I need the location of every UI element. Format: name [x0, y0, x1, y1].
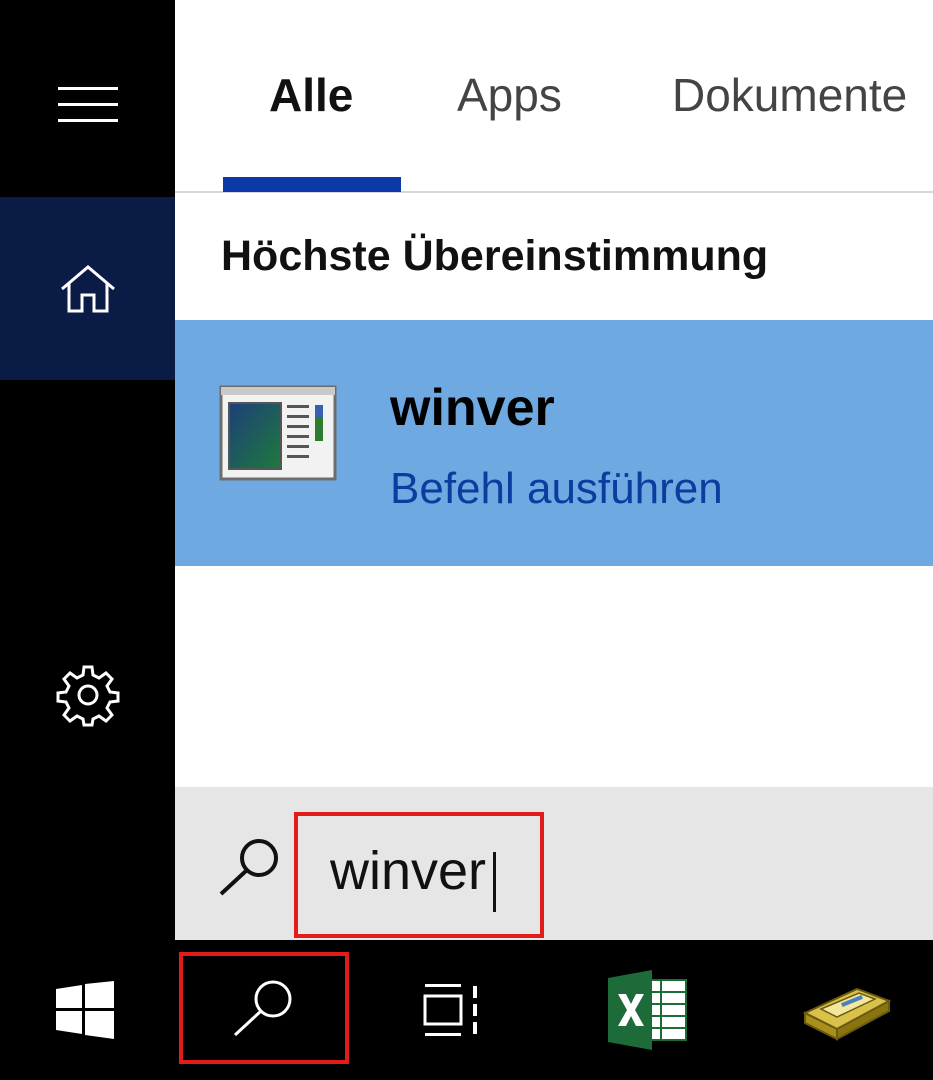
search-input-highlight	[294, 812, 544, 938]
settings-gear-icon	[56, 665, 119, 727]
excel-icon	[607, 970, 687, 1050]
search-input[interactable]	[330, 836, 500, 906]
tab-dokumente[interactable]: Dokumente	[672, 68, 907, 122]
search-box	[175, 787, 933, 940]
run-command-window-icon	[219, 385, 337, 481]
best-match-title: winver	[390, 379, 555, 437]
best-match-subtitle: Befehl ausführen	[390, 464, 723, 513]
screen: Alle Apps Dokumente Höchste Übereinstimm…	[0, 0, 933, 1080]
search-panel: Alle Apps Dokumente Höchste Übereinstimm…	[175, 0, 933, 940]
text-caret	[493, 852, 496, 912]
search-icon	[233, 980, 292, 1037]
start-button[interactable]	[0, 940, 170, 1080]
task-view-icon	[423, 984, 477, 1036]
home-button[interactable]	[0, 197, 175, 380]
home-icon	[60, 264, 115, 312]
taskbar	[0, 940, 933, 1080]
start-rail	[0, 0, 175, 940]
task-view-button[interactable]	[370, 940, 540, 1080]
tab-alle[interactable]: Alle	[269, 68, 353, 122]
excel-taskbar-button[interactable]	[560, 940, 735, 1080]
search-icon	[219, 839, 278, 896]
file-cabinet-app-icon	[802, 987, 891, 1041]
menu-button[interactable]	[0, 45, 175, 165]
filter-tabs: Alle Apps Dokumente	[175, 0, 933, 193]
file-cabinet-taskbar-button[interactable]	[760, 940, 933, 1080]
tab-apps[interactable]: Apps	[457, 68, 562, 122]
active-tab-indicator	[223, 177, 401, 192]
best-match-heading: Höchste Übereinstimmung	[221, 232, 769, 280]
best-match-result[interactable]: winver Befehl ausführen	[175, 320, 933, 566]
hamburger-menu-icon	[57, 87, 118, 122]
windows-start-icon	[56, 981, 114, 1039]
settings-button[interactable]	[0, 630, 175, 760]
taskbar-search-button[interactable]	[179, 952, 349, 1064]
